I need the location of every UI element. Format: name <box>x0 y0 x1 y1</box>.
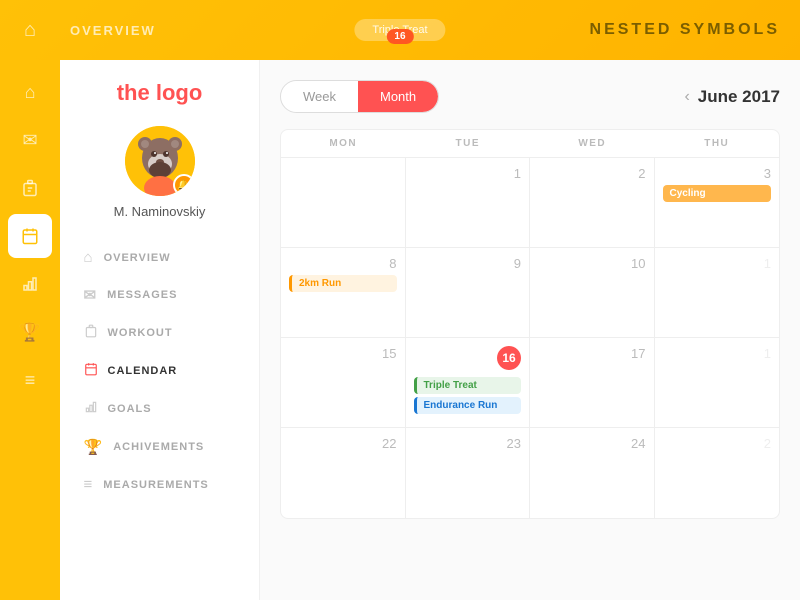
calendar-column-headers: MON TUE WED THU <box>281 130 779 158</box>
cal-cell-18[interactable]: 1 <box>655 338 780 427</box>
nav-goals[interactable]: GOALS <box>70 390 250 428</box>
cal-date-23: 23 <box>414 436 522 451</box>
nav-achievements-icon: 🏆 <box>84 438 104 456</box>
avatar: 🔔 <box>125 126 195 196</box>
nav-overview-label: OVERVIEW <box>104 252 171 264</box>
nav-workout-label: WORKOUT <box>108 327 173 339</box>
nav-achievements-label: ACHIVEMENTS <box>113 441 204 453</box>
col-header-mon: MON <box>281 130 406 157</box>
cal-cell-11[interactable]: 1 <box>655 248 780 337</box>
cal-cell-1[interactable]: 1 <box>406 158 531 247</box>
nav-barchart-icon[interactable] <box>8 262 52 306</box>
user-name: M. Naminovskiy <box>114 204 206 219</box>
triple-treat-event[interactable]: Triple Treat <box>414 377 522 394</box>
nav-goals-label: GOALS <box>108 403 152 415</box>
calendar-rows: 1 2 3 Cycling 8 2km Run 9 <box>281 158 779 518</box>
calendar-week-3: 15 16 Triple Treat Endurance Run 17 1 <box>281 338 779 428</box>
col-header-tue: TUE <box>406 130 531 157</box>
nav-clipboard-icon[interactable] <box>8 166 52 210</box>
week-tab[interactable]: Week <box>281 81 358 112</box>
cal-date-17: 17 <box>538 346 646 361</box>
nav-mail-icon[interactable]: ✉ <box>8 118 52 162</box>
nav-messages-label: MESSAGES <box>107 289 177 301</box>
cal-date-8: 8 <box>289 256 397 271</box>
cal-date-3: 3 <box>663 166 772 181</box>
nav-measurements-label: MEASUREMENTS <box>103 479 209 491</box>
cal-cell-3[interactable]: 3 Cycling <box>655 158 780 247</box>
nav-measurements[interactable]: ≡ MEASUREMENTS <box>70 466 250 503</box>
cal-date-11: 1 <box>663 256 772 271</box>
topbar: ⌂ OVERVIEW Triple Treat 16 NESTED SYMBOL… <box>0 0 800 60</box>
cal-cell-empty <box>281 158 406 247</box>
logo: the logo <box>117 80 203 106</box>
app-title: NESTED SYMBOLS <box>590 21 780 39</box>
cycling-event[interactable]: Cycling <box>663 185 772 202</box>
calendar-week-4: 22 23 24 2 <box>281 428 779 518</box>
main-content: Week Month ‹ June 2017 MON TUE WED THU 1 <box>260 60 800 600</box>
cal-date-2: 2 <box>538 166 646 181</box>
topbar-home[interactable]: ⌂ <box>0 19 60 42</box>
nav-trophy-icon[interactable]: 🏆 <box>8 310 52 354</box>
nav-messages[interactable]: ✉ MESSAGES <box>70 276 250 314</box>
avatar-area: 🔔 M. Naminovskiy <box>114 126 206 219</box>
cal-date-9: 9 <box>414 256 522 271</box>
cal-cell-23[interactable]: 23 <box>406 428 531 518</box>
cal-cell-16[interactable]: 16 Triple Treat Endurance Run <box>406 338 531 427</box>
cal-cell-15[interactable]: 15 <box>281 338 406 427</box>
col-header-wed: WED <box>530 130 655 157</box>
cal-date-24: 24 <box>538 436 646 451</box>
nav-overview[interactable]: ⌂ OVERVIEW <box>70 239 250 276</box>
nav-overview-icon: ⌂ <box>84 249 94 266</box>
current-month-label: June 2017 <box>698 87 780 107</box>
cal-date-16-today: 16 <box>497 346 521 370</box>
cal-date-22: 22 <box>289 436 397 451</box>
notification-badge: 16 <box>386 29 413 44</box>
cal-cell-2[interactable]: 2 <box>530 158 655 247</box>
cal-cell-17[interactable]: 17 <box>530 338 655 427</box>
cal-date-15: 15 <box>289 346 397 361</box>
month-tab[interactable]: Month <box>358 81 438 112</box>
2km-run-event[interactable]: 2km Run <box>289 275 397 292</box>
nav-workout[interactable]: WORKOUT <box>70 314 250 352</box>
nav-messages-icon: ✉ <box>84 286 98 304</box>
sidebar: the logo <box>60 60 260 600</box>
endurance-run-event[interactable]: Endurance Run <box>414 397 522 414</box>
prev-month-button[interactable]: ‹ <box>684 88 689 106</box>
cal-date-10: 10 <box>538 256 646 271</box>
nav-workout-icon <box>84 324 98 342</box>
cal-date-25: 2 <box>663 436 772 451</box>
topbar-title: OVERVIEW <box>70 23 156 38</box>
cal-cell-25[interactable]: 2 <box>655 428 780 518</box>
calendar-header: Week Month ‹ June 2017 <box>280 80 780 113</box>
notification-bell-badge: 🔔 <box>173 174 195 196</box>
calendar-grid: MON TUE WED THU 1 2 3 Cycling <box>280 129 780 519</box>
cal-cell-22[interactable]: 22 <box>281 428 406 518</box>
nav-calendar[interactable]: CALENDAR <box>70 352 250 390</box>
view-toggle: Week Month <box>280 80 439 113</box>
nav-calendar-sidebar-icon <box>84 362 98 380</box>
icon-bar: ⌂ ✉ 🏆 ≡ <box>0 60 60 600</box>
calendar-nav: ‹ June 2017 <box>684 87 780 107</box>
nav-calendar-icon[interactable] <box>8 214 52 258</box>
col-header-thu: THU <box>655 130 780 157</box>
nav-measurements-icon[interactable]: ≡ <box>8 358 52 402</box>
cal-date-18: 1 <box>663 346 772 361</box>
cal-cell-9[interactable]: 9 <box>406 248 531 337</box>
nav-home-icon[interactable]: ⌂ <box>8 70 52 114</box>
cal-date-1: 1 <box>414 166 522 181</box>
nav-achievements[interactable]: 🏆 ACHIVEMENTS <box>70 428 250 466</box>
topbar-center: Triple Treat 16 <box>354 19 445 41</box>
nav-calendar-label: CALENDAR <box>108 365 178 377</box>
nav-measurements-icon-sidebar: ≡ <box>84 476 94 493</box>
calendar-week-2: 8 2km Run 9 10 1 <box>281 248 779 338</box>
cal-cell-24[interactable]: 24 <box>530 428 655 518</box>
cal-cell-8[interactable]: 8 2km Run <box>281 248 406 337</box>
cal-cell-10[interactable]: 10 <box>530 248 655 337</box>
nav-goals-icon <box>84 400 98 418</box>
calendar-week-1: 1 2 3 Cycling <box>281 158 779 248</box>
